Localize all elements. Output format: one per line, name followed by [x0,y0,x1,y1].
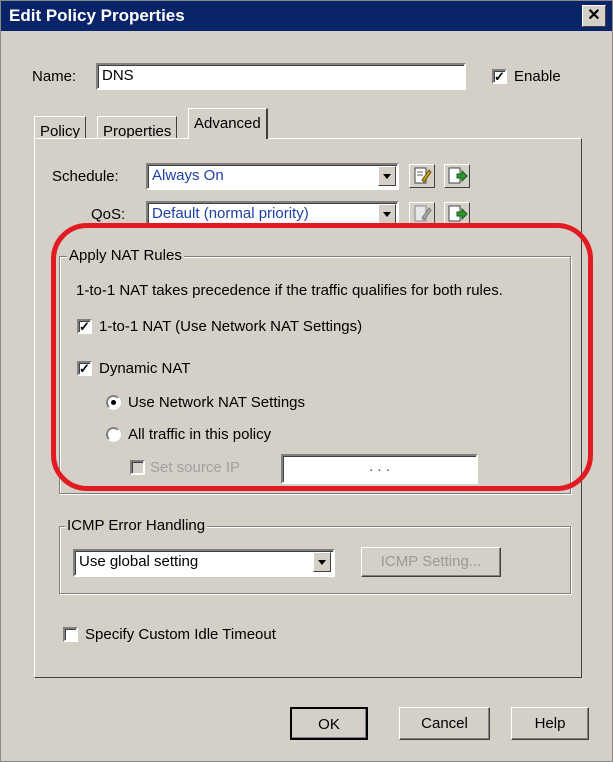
icmp-group-label: ICMP Error Handling [65,517,208,534]
edit-policy-dialog: Edit Policy Properties ✕ Name: DNS ✓ Ena… [0,0,613,762]
tab-policy[interactable]: Policy [34,116,87,140]
name-field[interactable]: DNS [96,63,466,90]
icmp-setting-button[interactable]: ICMP Setting... [361,547,501,577]
qos-dropdown-arrow[interactable] [378,204,396,224]
help-button[interactable]: Help [511,707,589,740]
cancel-button[interactable]: Cancel [399,707,490,740]
icmp-select[interactable]: Use global setting [73,549,335,577]
enable-checkbox[interactable]: ✓ [492,69,507,84]
highlight-annotation [51,223,593,491]
schedule-label: Schedule: [52,168,119,185]
edit-icon [414,167,432,184]
schedule-edit-button[interactable] [409,164,435,188]
tab-advanced-label: Advanced [194,115,261,132]
edit-icon [414,205,432,222]
add-icon [448,167,468,184]
close-button[interactable]: ✕ [582,5,606,27]
name-label: Name: [32,68,77,85]
schedule-dropdown-arrow[interactable] [378,166,396,186]
icmp-dropdown-arrow[interactable] [313,552,331,572]
custom-idle-timeout-checkbox[interactable] [63,627,78,642]
close-icon: ✕ [587,7,601,24]
qos-label: QoS: [91,206,126,223]
tab-advanced[interactable]: Advanced [188,108,268,139]
schedule-add-button[interactable] [444,164,470,188]
tab-properties[interactable]: Properties [97,116,178,140]
title-bar[interactable]: Edit Policy Properties ✕ [1,1,612,31]
ok-button[interactable]: OK [290,707,368,740]
schedule-select[interactable]: Always On [146,163,399,190]
custom-idle-timeout-label: Specify Custom Idle Timeout [85,626,276,643]
dialog-title: Edit Policy Properties [9,6,185,25]
enable-label: Enable [514,68,561,85]
add-icon [448,205,468,222]
